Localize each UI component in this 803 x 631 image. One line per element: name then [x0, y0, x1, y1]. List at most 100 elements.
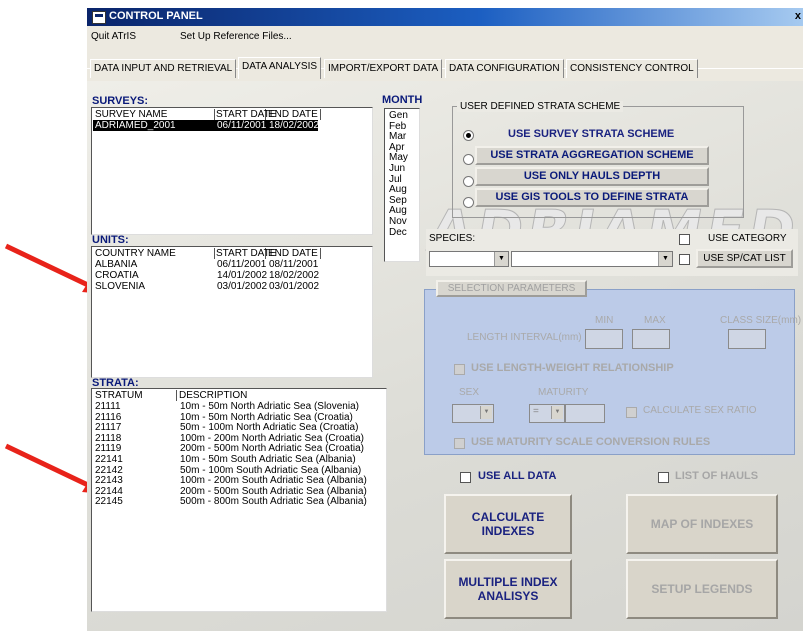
strata-row[interactable]: 22142 50m - 100m South Adriatic Sea (Alba… [93, 465, 383, 476]
unit-row[interactable]: ALBANIA 06/11/2001 08/11/2001 [93, 259, 323, 270]
use-maturity-scale-checkbox[interactable] [454, 438, 465, 449]
strata-aggregation-button[interactable]: USE STRATA AGGREGATION SCHEME [475, 146, 709, 165]
survey-strata-label[interactable]: USE SURVEY STRATA SCHEME [508, 128, 674, 140]
calculate-line1: CALCULATE [471, 510, 545, 524]
tab-strip: DATA INPUT AND RETRIEVAL DATA ANALYSIS I… [87, 46, 803, 79]
survey-row[interactable]: ADRIAMED_2001 06/11/2001 18/02/2002 [93, 120, 320, 131]
strata-row[interactable]: 21117 50m - 100m North Adriatic Sea (Croa… [93, 422, 383, 433]
strata-row[interactable]: 22145 500m - 800m South Adriatic Sea (Alb… [93, 496, 383, 507]
month-item[interactable]: Apr [389, 142, 405, 153]
list-of-hauls-checkbox[interactable] [658, 472, 669, 483]
radio-strata-aggregation[interactable] [463, 154, 474, 165]
species-label: SPECIES: [429, 233, 476, 244]
stratum-code: 22144 [95, 485, 123, 497]
month-item[interactable]: Jun [389, 163, 405, 174]
tab-consistency-control[interactable]: CONSISTENCY CONTROL [566, 59, 698, 78]
selection-parameters-button[interactable]: SELECTION PARAMETERS [436, 280, 587, 297]
max-label: MAX [644, 315, 666, 326]
month-item[interactable]: Dec [389, 227, 407, 238]
use-all-data-checkbox[interactable] [460, 472, 471, 483]
control-panel-window: CONTROL PANEL x Quit ATrIS Set Up Refere… [87, 8, 803, 631]
month-item[interactable]: Aug [389, 205, 407, 216]
col-end-date: END DATE [266, 248, 321, 259]
tab-data-configuration[interactable]: DATA CONFIGURATION [445, 59, 564, 78]
multiple-line2: ANALISYS [477, 589, 539, 603]
radio-survey-strata[interactable] [463, 130, 474, 141]
unit-start: 03/01/2002 [217, 281, 268, 292]
strata-list[interactable]: STRATUM DESCRIPTION 21111 10m - 50m North… [91, 388, 387, 612]
units-list[interactable]: COUNTRY NAME START DATE END DATE ALBANIA… [91, 246, 373, 378]
map-of-indexes-button[interactable]: MAP OF INDEXES [626, 494, 778, 554]
strata-row[interactable]: 22141 10m - 50m South Adriatic Sea (Alban… [93, 454, 383, 465]
survey-start: 06/11/2001 [217, 120, 267, 131]
strata-row[interactable]: 21111 10m - 50m North Adriatic Sea (Slove… [93, 401, 383, 412]
use-category-checkbox[interactable] [679, 234, 690, 245]
unit-end: 18/02/2002 [269, 270, 320, 281]
length-max-input[interactable] [632, 329, 670, 349]
stratum-description: 200m - 500m South Adriatic Sea (Albania) [180, 485, 367, 497]
units-heading: UNITS: [92, 234, 129, 246]
unit-start: 14/01/2002 [217, 270, 268, 281]
month-item[interactable]: Aug [389, 184, 407, 195]
strata-row[interactable]: 21119 200m - 500m North Adriatic Sea (Cro… [93, 443, 383, 454]
title-bar: CONTROL PANEL x [87, 8, 803, 26]
stratum-description: 10m - 50m North Adriatic Sea (Croatia) [180, 411, 353, 423]
month-item[interactable]: Feb [389, 121, 406, 132]
unit-end: 08/11/2001 [269, 259, 319, 270]
menu-bar: Quit ATrIS Set Up Reference Files... [87, 26, 803, 46]
species-name-select[interactable]: ▼ [511, 251, 673, 267]
menu-setup-reference[interactable]: Set Up Reference Files... [180, 31, 292, 42]
stratum-description: 100m - 200m North Adriatic Sea (Croatia) [180, 432, 364, 444]
unit-name: ALBANIA [95, 259, 138, 270]
unit-row[interactable]: CROATIA 14/01/2002 18/02/2002 [93, 270, 323, 281]
tab-import-export[interactable]: IMPORT/EXPORT DATA [324, 59, 443, 78]
month-item[interactable]: Mar [389, 131, 406, 142]
maturity-operator-select[interactable]: = ▼ [529, 404, 565, 423]
calculate-indexes-button[interactable]: CALCULATE INDEXES [444, 494, 572, 554]
calc-sex-ratio-checkbox[interactable] [626, 407, 637, 418]
use-spcat-list-button[interactable]: USE SP/CAT LIST [696, 249, 793, 268]
stratum-description: 10m - 50m South Adriatic Sea (Albania) [180, 454, 356, 465]
month-item[interactable]: Sep [389, 195, 407, 206]
survey-end: 18/02/2002 [269, 120, 320, 131]
multiple-index-button[interactable]: MULTIPLE INDEX ANALISYS [444, 559, 572, 619]
use-lw-checkbox[interactable] [454, 364, 465, 375]
menu-quit[interactable]: Quit ATrIS [91, 31, 136, 42]
hauls-depth-button[interactable]: USE ONLY HAULS DEPTH [475, 167, 709, 186]
unit-row[interactable]: SLOVENIA 03/01/2002 03/01/2002 [93, 281, 323, 292]
strata-row[interactable]: 21116 10m - 50m North Adriatic Sea (Croat… [93, 412, 383, 423]
use-maturity-scale-label: USE MATURITY SCALE CONVERSION RULES [471, 436, 711, 448]
species-code-select[interactable]: ▼ [429, 251, 509, 267]
gis-tools-button[interactable]: USE GIS TOOLS TO DEFINE STRATA [475, 188, 709, 207]
radio-hauls-depth[interactable] [463, 176, 474, 187]
unit-name: SLOVENIA [95, 281, 146, 292]
month-item[interactable]: May [389, 152, 408, 163]
setup-legends-button[interactable]: SETUP LEGENDS [626, 559, 778, 619]
use-spcat-list-checkbox[interactable] [679, 254, 690, 265]
calc-sex-ratio-label: CALCULATE SEX RATIO [643, 405, 757, 416]
month-item[interactable]: Nov [389, 216, 407, 227]
tab-data-analysis[interactable]: DATA ANALYSIS [238, 57, 322, 79]
maturity-value-input[interactable] [565, 404, 605, 423]
month-list[interactable]: Gen Feb Mar Apr May Jun Jul Aug Sep Aug Nov Dec [384, 108, 420, 262]
chevron-down-icon: ▼ [658, 252, 672, 266]
close-button[interactable]: x [795, 10, 801, 22]
unit-end: 03/01/2002 [269, 281, 320, 292]
month-item[interactable]: Jul [389, 174, 402, 185]
sex-select[interactable]: ▼ [452, 404, 494, 423]
stratum-code: 21119 [95, 443, 122, 455]
class-size-input[interactable] [728, 329, 766, 349]
col-stratum: STRATUM [93, 390, 177, 401]
col-survey-name: SURVEY NAME [93, 109, 215, 120]
month-item[interactable]: Gen [389, 110, 408, 121]
unit-name: CROATIA [95, 270, 139, 281]
strata-row[interactable]: 22144 200m - 500m South Adriatic Sea (Alb… [93, 486, 383, 497]
strata-row[interactable]: 21118 100m - 200m North Adriatic Sea (Cro… [93, 433, 383, 444]
survey-name: ADRIAMED_2001 [95, 120, 176, 131]
surveys-list[interactable]: SURVEY NAME START DATE END DATE ADRIAMED… [91, 107, 373, 235]
strata-row[interactable]: 22143 100m - 200m South Adriatic Sea (Alb… [93, 475, 383, 486]
col-end-date: END DATE [266, 109, 321, 120]
tab-data-input[interactable]: DATA INPUT AND RETRIEVAL [90, 59, 237, 78]
length-min-input[interactable] [585, 329, 623, 349]
radio-gis-tools[interactable] [463, 197, 474, 208]
